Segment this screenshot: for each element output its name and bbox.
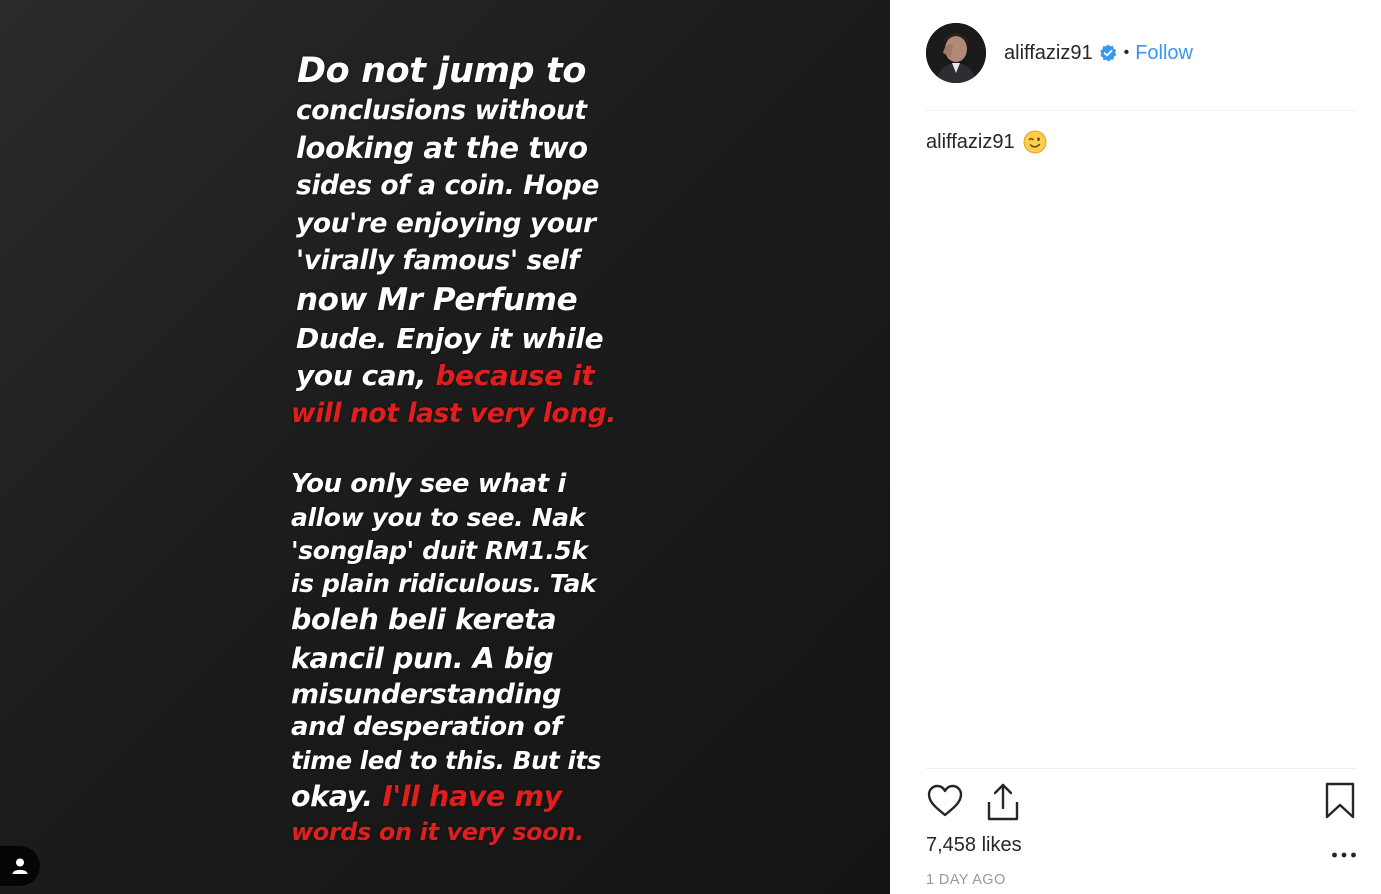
avatar-image bbox=[926, 23, 986, 83]
story-line: boleh beli kereta bbox=[291, 603, 557, 636]
story-text-white: okay. bbox=[291, 780, 383, 813]
story-line: time led to this. But its bbox=[291, 746, 601, 775]
story-text-red: I'll have my bbox=[382, 780, 562, 813]
heart-icon bbox=[927, 784, 963, 817]
user-tag-button[interactable] bbox=[0, 846, 40, 886]
post-image[interactable]: Do not jump to conclusions without looki… bbox=[0, 0, 890, 894]
post-caption: aliffaziz91 bbox=[926, 130, 1047, 154]
story-line: you can, because it bbox=[291, 357, 621, 395]
story-line: you're enjoying your bbox=[296, 207, 596, 239]
wink-emoji-icon bbox=[1023, 130, 1047, 154]
more-options-icon bbox=[1332, 852, 1356, 858]
story-line: kancil pun. A big bbox=[291, 642, 554, 675]
story-text: Do not jump to conclusions without looki… bbox=[291, 50, 621, 849]
more-options-button[interactable] bbox=[1331, 840, 1357, 866]
post-header: aliffaziz91 • Follow bbox=[926, 23, 1356, 83]
story-line-red: words on it very soon. bbox=[291, 818, 584, 846]
story-line: Dude. Enjoy it while bbox=[296, 321, 604, 355]
story-text-white: you can, bbox=[296, 359, 436, 392]
story-line: Do not jump to bbox=[297, 51, 586, 91]
story-line: now Mr Perfume bbox=[296, 281, 578, 318]
share-button[interactable] bbox=[984, 782, 1022, 827]
likes-count[interactable]: 7,458 likes bbox=[926, 834, 1022, 857]
story-line: and desperation of bbox=[291, 712, 562, 742]
avatar[interactable] bbox=[926, 23, 986, 83]
header-divider bbox=[926, 110, 1356, 111]
story-line: allow you to see. Nak bbox=[291, 503, 585, 532]
post-actions bbox=[926, 782, 1356, 824]
story-line: 'virally famous' self bbox=[296, 245, 580, 276]
story-line: sides of a coin. Hope bbox=[296, 170, 599, 201]
caption-username[interactable]: aliffaziz91 bbox=[926, 131, 1015, 154]
user-tag-icon bbox=[12, 858, 28, 874]
like-button[interactable] bbox=[926, 782, 964, 825]
share-icon bbox=[987, 783, 1019, 821]
story-line: 'songlap' duit RM1.5k bbox=[291, 536, 588, 565]
story-line: is plain ridiculous. Tak bbox=[291, 569, 597, 598]
username-link[interactable]: aliffaziz91 bbox=[1004, 42, 1093, 65]
story-line: okay. I'll have my bbox=[291, 777, 621, 816]
story-line: looking at the two bbox=[296, 130, 588, 165]
story-line: conclusions without bbox=[296, 95, 587, 126]
post-sidebar: aliffaziz91 • Follow aliffaziz91 7,458 l… bbox=[890, 0, 1381, 894]
story-line: misunderstanding bbox=[291, 679, 562, 710]
save-button[interactable] bbox=[1324, 782, 1356, 825]
actions-divider bbox=[926, 768, 1356, 769]
bookmark-icon bbox=[1325, 782, 1355, 819]
follow-button[interactable]: Follow bbox=[1135, 42, 1193, 65]
story-line: You only see what i bbox=[291, 469, 566, 499]
story-text-red: because it bbox=[435, 359, 595, 392]
verified-badge-icon bbox=[1099, 44, 1117, 62]
post-timestamp[interactable]: 1 DAY AGO bbox=[926, 872, 1006, 888]
separator-dot: • bbox=[1123, 44, 1130, 61]
story-line-red: will not last very long. bbox=[291, 397, 616, 429]
